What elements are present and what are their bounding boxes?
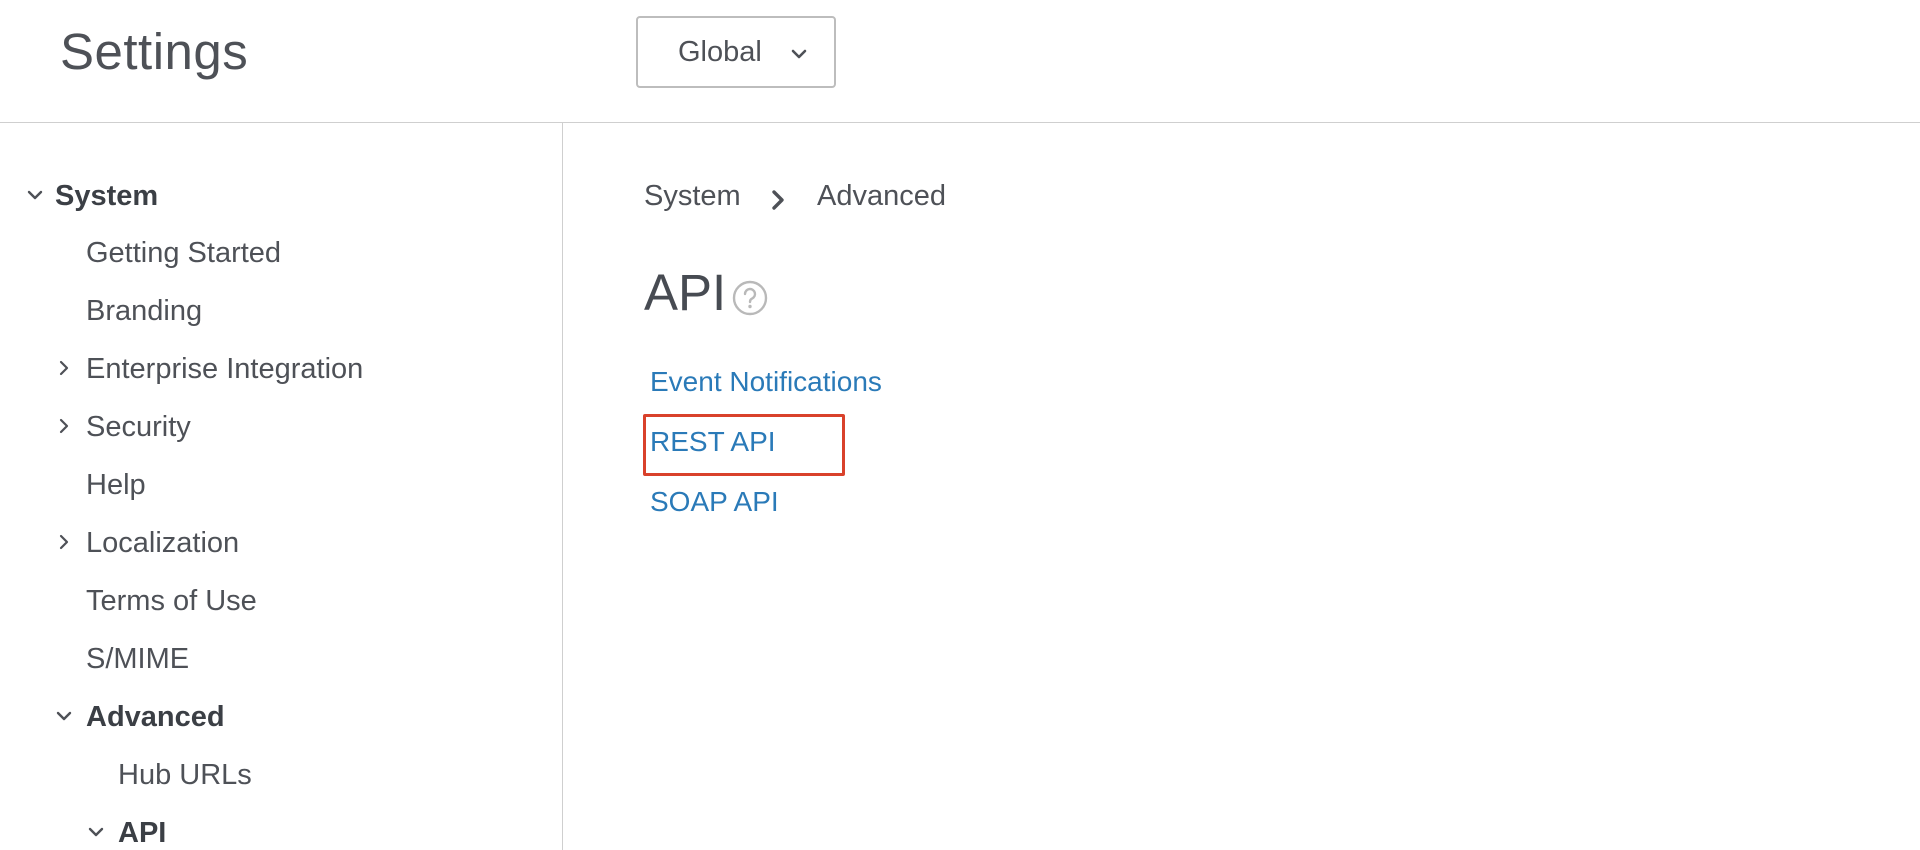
page-header-title: Settings	[60, 23, 249, 80]
sidebar-item-terms-of-use[interactable]: Terms of Use	[86, 585, 257, 618]
sidebar-item-security[interactable]: Security	[86, 411, 191, 444]
link-soap-api[interactable]: SOAP API	[650, 486, 779, 518]
sidebar-item-localization[interactable]: Localization	[86, 527, 239, 560]
sidebar-item-help[interactable]: Help	[86, 469, 146, 502]
chevron-down-icon[interactable]	[25, 185, 45, 205]
link-event-notifications[interactable]: Event Notifications	[650, 366, 882, 398]
breadcrumb-item-system[interactable]: System	[644, 180, 741, 213]
page-title: API	[644, 264, 727, 321]
chevron-down-icon	[791, 49, 807, 59]
scope-dropdown[interactable]: Global	[636, 16, 836, 88]
sidebar-item-advanced[interactable]: Advanced	[86, 701, 225, 734]
chevron-right-icon[interactable]	[54, 358, 74, 378]
sidebar-item-system[interactable]: System	[55, 180, 158, 213]
chevron-right-icon[interactable]	[54, 532, 74, 552]
sidebar-item-smime[interactable]: S/MIME	[86, 643, 189, 676]
chevron-down-icon[interactable]	[54, 706, 74, 726]
chevron-down-icon[interactable]	[86, 822, 106, 842]
sidebar-item-enterprise-integration[interactable]: Enterprise Integration	[86, 353, 363, 386]
chevron-right-icon	[772, 190, 784, 210]
scope-dropdown-value: Global	[678, 36, 762, 68]
sidebar-item-branding[interactable]: Branding	[86, 295, 202, 328]
sidebar-item-hub-urls[interactable]: Hub URLs	[118, 759, 252, 792]
sidebar-item-api[interactable]: API	[118, 817, 166, 850]
main-content: System Advanced API Event Notifications …	[564, 123, 1920, 850]
page-header: Settings Global	[0, 0, 1920, 123]
chevron-right-icon[interactable]	[54, 416, 74, 436]
breadcrumb-item-advanced[interactable]: Advanced	[817, 180, 946, 213]
sidebar-item-getting-started[interactable]: Getting Started	[86, 237, 281, 270]
sidebar-nav: System Getting Started Branding Enterpri…	[0, 123, 563, 850]
link-rest-api[interactable]: REST API	[650, 426, 776, 458]
help-circle-icon[interactable]	[731, 279, 769, 317]
